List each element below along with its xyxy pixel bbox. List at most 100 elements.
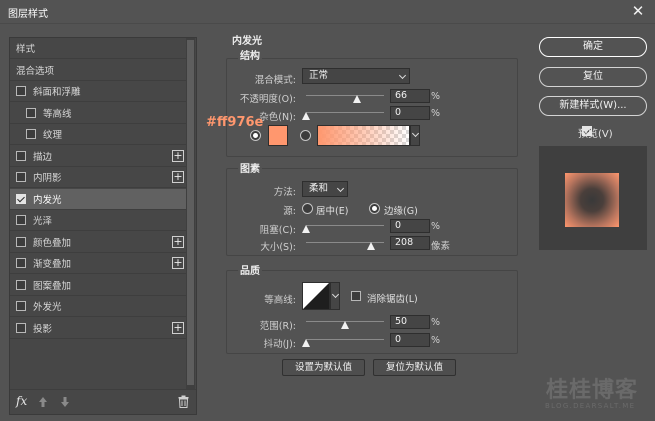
opacity-input[interactable]: 66: [390, 89, 430, 103]
add-effect-icon[interactable]: +: [172, 171, 184, 183]
glow-color-swatch[interactable]: [268, 125, 288, 146]
range-slider-thumb[interactable]: [341, 321, 349, 329]
sidebar-item-label: 内阴影: [33, 173, 62, 184]
range-input[interactable]: 50: [390, 315, 430, 329]
sidebar-item-checkbox[interactable]: [16, 279, 26, 290]
panel-title: 内发光: [232, 36, 262, 47]
sidebar-item-label: 光泽: [33, 216, 53, 227]
choke-unit: %: [431, 221, 441, 232]
sidebar-item-checkbox[interactable]: [16, 150, 26, 161]
style-list: 样式混合选项斜面和浮雕 等高线纹理描边 + 内阴影 + 内发光光泽颜色叠加 + 渐变叠加 + 图案…: [9, 37, 197, 415]
choke-label: 阻塞(C):: [259, 225, 296, 236]
noise-input[interactable]: 0: [390, 106, 430, 120]
sidebar-item-label: 混合选项: [16, 65, 55, 77]
sidebar-item[interactable]: 混合选项: [10, 60, 186, 81]
sidebar-item[interactable]: 纹理: [10, 124, 186, 145]
opacity-slider-thumb[interactable]: [353, 95, 362, 103]
structure-title: 结构: [238, 47, 262, 62]
jitter-label: 抖动(J):: [263, 339, 296, 350]
range-unit: %: [431, 317, 441, 328]
reset-default-button[interactable]: 复位为默认值: [373, 359, 456, 376]
sidebar-item[interactable]: 图案叠加: [10, 275, 186, 296]
sidebar-item-checkbox[interactable]: [16, 322, 26, 333]
sidebar-item-checkbox[interactable]: [16, 215, 26, 225]
solid-color-radio[interactable]: [250, 130, 261, 141]
sidebar-item-checkbox[interactable]: [16, 193, 26, 204]
blend-mode-label: 混合模式:: [254, 75, 296, 86]
new-style-button[interactable]: 新建样式(W)...: [539, 96, 647, 116]
sidebar-item-checkbox[interactable]: [16, 236, 26, 247]
choke-slider[interactable]: [306, 225, 384, 226]
sidebar-item[interactable]: 内发光: [10, 188, 186, 210]
sidebar-item-checkbox[interactable]: [16, 86, 26, 96]
noise-slider-thumb[interactable]: [302, 112, 310, 120]
trash-icon[interactable]: [178, 395, 189, 408]
opacity-slider[interactable]: [306, 95, 384, 96]
choke-input[interactable]: 0: [390, 219, 430, 233]
sidebar-item[interactable]: 斜面和浮雕: [10, 81, 186, 102]
sidebar-item[interactable]: 颜色叠加 +: [10, 232, 186, 253]
anti-alias-checkbox[interactable]: [351, 291, 361, 301]
jitter-slider[interactable]: [306, 339, 384, 340]
ok-button[interactable]: 确定: [539, 37, 647, 57]
sidebar-item-checkbox[interactable]: [16, 258, 26, 268]
sidebar-item-label: 图案叠加: [33, 280, 72, 292]
noise-unit: %: [431, 108, 441, 119]
watermark-title: 桂桂博客: [546, 378, 639, 403]
move-up-icon[interactable]: [38, 396, 48, 408]
jitter-input[interactable]: 0: [390, 333, 430, 347]
sidebar-footer: fx: [10, 389, 196, 414]
noise-slider[interactable]: [306, 112, 384, 113]
size-label: 大小(S):: [260, 242, 296, 253]
sidebar-item-label: 外发光: [33, 302, 62, 313]
sidebar-item[interactable]: 内阴影 +: [10, 167, 186, 188]
gradient-dropdown[interactable]: [410, 125, 420, 146]
sidebar-scrollbar[interactable]: [186, 38, 195, 389]
blend-mode-select[interactable]: 正常: [302, 68, 410, 84]
add-effect-icon[interactable]: +: [172, 235, 184, 248]
size-slider-thumb[interactable]: [366, 242, 375, 250]
jitter-slider-thumb[interactable]: [302, 339, 310, 347]
anti-alias-label[interactable]: 消除锯齿(L): [367, 291, 418, 305]
sidebar-item[interactable]: 样式: [10, 38, 186, 59]
preview-label[interactable]: 预览(V): [578, 125, 613, 140]
size-input[interactable]: 208: [390, 236, 430, 250]
sidebar-item[interactable]: 等高线: [10, 103, 186, 124]
sidebar-scroll-thumb[interactable]: [187, 40, 194, 385]
sidebar-item-checkbox[interactable]: [26, 107, 36, 118]
fx-icon[interactable]: fx: [16, 394, 27, 408]
source-center-radio[interactable]: [302, 203, 313, 214]
sidebar-item[interactable]: 投影 +: [10, 318, 186, 339]
choke-slider-thumb[interactable]: [302, 225, 310, 233]
close-icon[interactable]: ✕: [629, 1, 647, 21]
sidebar-item-label: 纹理: [43, 130, 63, 141]
sidebar-item[interactable]: 渐变叠加 +: [10, 253, 186, 274]
sidebar-item[interactable]: 外发光: [10, 296, 186, 317]
contour-dropdown[interactable]: [330, 282, 340, 310]
reset-button[interactable]: 复位: [539, 67, 647, 87]
sidebar-item[interactable]: 描边 +: [10, 146, 186, 167]
contour-picker[interactable]: [302, 282, 330, 310]
quality-title: 品质: [238, 262, 262, 277]
add-effect-icon[interactable]: +: [172, 149, 184, 162]
preview-swatch: [565, 173, 619, 227]
glow-gradient-swatch[interactable]: [317, 125, 410, 146]
watermark-url: BLOG.DEARSALT.ME: [545, 402, 636, 410]
make-default-button[interactable]: 设置为默认值: [282, 359, 365, 376]
add-effect-icon[interactable]: +: [172, 321, 184, 334]
source-edge-radio[interactable]: [369, 203, 380, 214]
sidebar-item[interactable]: 光泽: [10, 210, 186, 231]
gradient-radio[interactable]: [300, 130, 311, 141]
add-effect-icon[interactable]: +: [172, 257, 184, 269]
source-edge-label[interactable]: 边缘(G): [384, 203, 418, 217]
sidebar-item-checkbox[interactable]: [26, 129, 36, 139]
sidebar-item-label: 样式: [16, 44, 36, 55]
move-down-icon[interactable]: [60, 396, 70, 408]
sidebar-item-checkbox[interactable]: [16, 172, 26, 182]
chevron-down-icon: [331, 290, 340, 299]
size-unit: 像素: [431, 241, 451, 252]
sidebar-item-checkbox[interactable]: [16, 301, 26, 311]
technique-select[interactable]: 柔和: [302, 181, 348, 197]
source-center-label[interactable]: 居中(E): [316, 203, 348, 217]
opacity-label: 不透明度(O):: [239, 94, 296, 105]
